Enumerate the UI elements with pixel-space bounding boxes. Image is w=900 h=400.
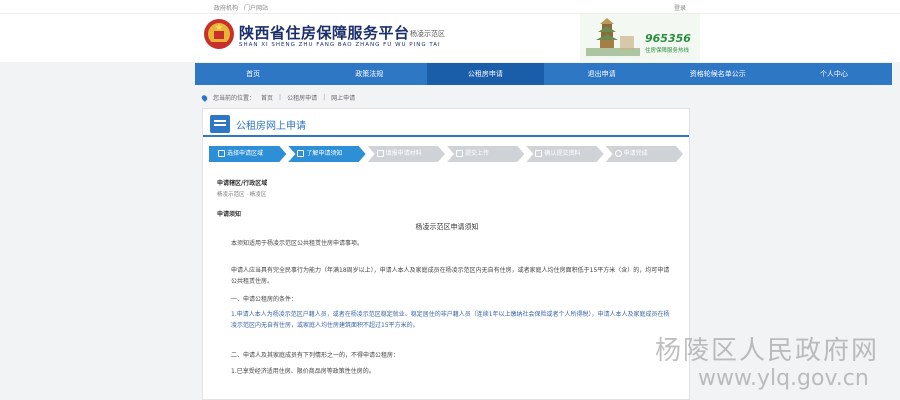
progress-steps: 选择申请区域 了解申请须知 填报申请材料 提交上传 确认提交资料 申请完成 xyxy=(209,146,685,162)
notice-paragraph: 1.申请人本人为杨凌示范区户籍人员，或者在杨凌示范区稳定就业、稳定居住的非户籍人… xyxy=(231,311,670,329)
main-nav: 首页 政策法规 公租房申请 退出申请 资格轮候名单公示 个人中心 xyxy=(195,63,892,85)
site-subtitle: SHAN XI SHENG ZHU FANG BAO ZHANG FU WU P… xyxy=(239,42,441,48)
breadcrumb-apply[interactable]: 公租房申请 xyxy=(287,93,317,102)
step-label: 填报申请材料 xyxy=(385,150,422,157)
watermark-url: www.ylq.gov.cn xyxy=(698,366,869,391)
paperclip-icon xyxy=(377,150,384,157)
area-label: 杨凌示范区 xyxy=(410,30,445,38)
check-circle-icon xyxy=(615,150,622,157)
nav-item-waitlist[interactable]: 资格轮候名单公示 xyxy=(660,63,776,85)
breadcrumb: 您当前的位置： 首页 | 公租房申请 | 网上申请 xyxy=(200,93,356,102)
notice-step-icon xyxy=(297,150,304,157)
top-bar: 政府机构 门户网站 登录 xyxy=(0,0,900,14)
top-link-gov[interactable]: 政府机构 xyxy=(214,3,238,12)
breadcrumb-home[interactable]: 首页 xyxy=(261,93,273,102)
step-submit-upload: 提交上传 xyxy=(447,146,524,162)
region-step-icon xyxy=(218,150,225,157)
step-read-notice: 了解申请须知 xyxy=(288,146,365,162)
nav-item-apply[interactable]: 公租房申请 xyxy=(427,63,544,85)
region-value: 杨凌示范区 · 杨凌区 xyxy=(217,192,267,198)
edit-icon xyxy=(535,150,542,157)
notice-paragraph: 申请人应当具有完全民事行为能力（年满18周岁以上），申请人本人及家庭成员在杨凌示… xyxy=(231,267,670,285)
step-label: 申请完成 xyxy=(623,150,648,157)
top-bar-right-links: 登录 xyxy=(674,3,686,12)
document-icon xyxy=(456,150,463,157)
notice-paragraph: 本须知适用于杨凌示范区公共租赁住房申请事项。 xyxy=(231,240,364,247)
top-link-portal[interactable]: 门户网站 xyxy=(244,3,268,12)
breadcrumb-separator: | xyxy=(323,94,326,101)
hotline-label: 住房保障服务热线 xyxy=(645,48,690,54)
application-panel: 公租房网上申请 选择申请区域 了解申请须知 填报申请材料 提交上传 确认提交资料… xyxy=(202,108,690,400)
step-label: 选择申请区域 xyxy=(227,150,264,157)
national-emblem-icon xyxy=(204,19,234,49)
notice-title: 杨凌示范区申请须知 xyxy=(415,223,479,231)
step-label: 了解申请须知 xyxy=(306,150,343,157)
notice-paragraph: 1.已享受经济适用住房、限价商品房等政策性住房的。 xyxy=(231,368,375,375)
site-title[interactable]: 陕西省住房保障服务平台 xyxy=(239,22,410,43)
step-fill-materials: 填报申请材料 xyxy=(368,146,445,162)
panel-title: 公租房网上申请 xyxy=(236,121,306,132)
panel-header: 公租房网上申请 xyxy=(203,109,689,137)
login-link[interactable]: 登录 xyxy=(674,3,686,12)
hotline-number: 965356 xyxy=(645,32,691,45)
nav-item-withdraw[interactable]: 退出申请 xyxy=(544,63,660,85)
step-confirm: 确认提交资料 xyxy=(526,146,603,162)
nav-item-home[interactable]: 首页 xyxy=(195,63,311,85)
site-header: 陕西省住房保障服务平台 SHAN XI SHENG ZHU FANG BAO Z… xyxy=(0,14,900,62)
step-complete: 申请完成 xyxy=(606,146,683,162)
application-form-icon xyxy=(210,115,230,133)
notice-heading: 二、申请人及其家庭成员有下列情形之一的，不得申请公租房： xyxy=(231,352,400,359)
top-bar-left-links: 政府机构 门户网站 xyxy=(214,3,268,12)
step-label: 提交上传 xyxy=(464,150,489,157)
step-label: 确认提交资料 xyxy=(544,150,581,157)
breadcrumb-current: 网上申请 xyxy=(331,95,356,102)
notice-heading: 一、申请公租房的条件： xyxy=(231,296,298,303)
breadcrumb-label: 您当前的位置： xyxy=(213,95,256,102)
location-pin-icon xyxy=(200,93,209,102)
nav-item-personal[interactable]: 个人中心 xyxy=(776,63,892,85)
watermark-text: 杨陵区人民政府网 xyxy=(655,336,880,366)
step-select-region: 选择申请区域 xyxy=(209,146,286,162)
breadcrumb-separator: | xyxy=(279,94,282,101)
nav-item-policy[interactable]: 政策法规 xyxy=(311,63,427,85)
region-label: 申请辖区/行政区域 xyxy=(217,180,268,187)
notice-label: 申请须知 xyxy=(217,211,242,218)
